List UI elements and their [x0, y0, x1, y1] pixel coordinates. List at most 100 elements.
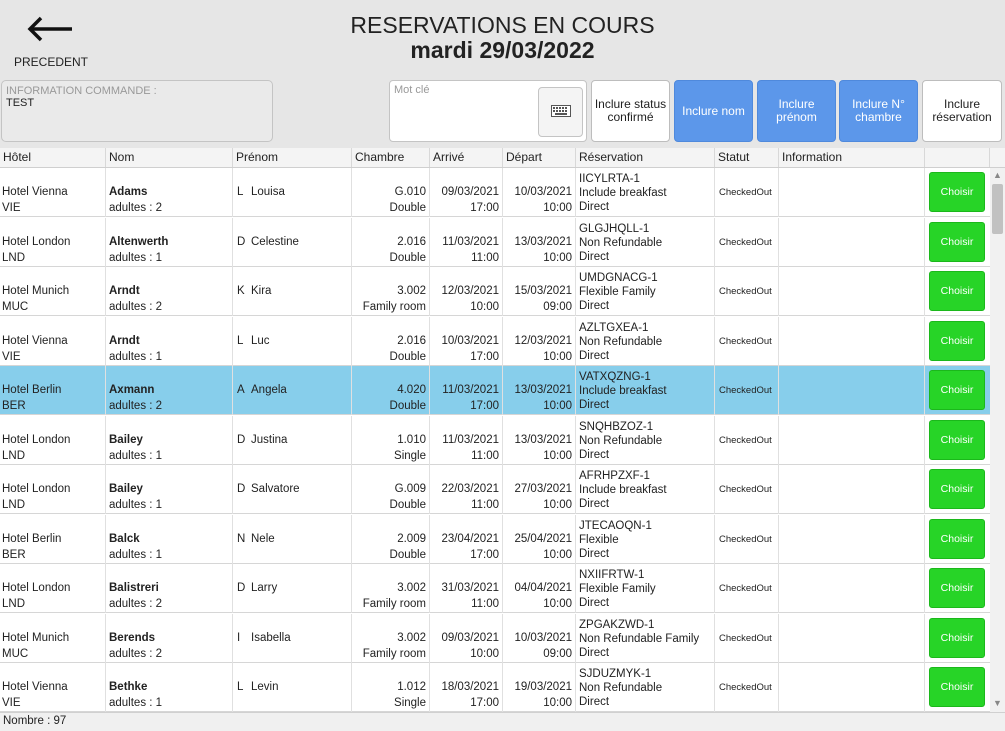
include-reservation-button[interactable]: Inclure réservation [922, 80, 1002, 142]
reservation-rate: Non Refundable Family [579, 632, 700, 645]
room-number: G.010 [394, 186, 426, 198]
arrival-time: 11:00 [471, 251, 499, 264]
guest-initial: D [237, 433, 246, 446]
scroll-thumb[interactable] [992, 184, 1003, 234]
reservation-rate: Non Refundable [579, 236, 663, 249]
reservation-channel: Direct [579, 201, 610, 213]
departure-date: 10/03/2021 [514, 631, 572, 644]
col-name[interactable]: Nom [106, 148, 233, 167]
guest-name: Axmann [109, 384, 155, 396]
guest-name: Bailey [109, 483, 143, 495]
guest-firstname: Louisa [251, 186, 285, 198]
table-row[interactable]: Hotel Vienna VIE Adams adultes : 2 L Louisa… [0, 168, 990, 217]
room-number: 1.012 [397, 681, 426, 693]
room-number: G.009 [394, 483, 426, 495]
include-status-button[interactable]: Inclure status confirmé [591, 80, 670, 142]
scroll-up-icon[interactable]: ▲ [993, 170, 1002, 180]
adults-count: adultes : 1 [109, 697, 163, 709]
room-type: Double [389, 202, 426, 214]
hotel-code: LND [2, 251, 26, 264]
include-firstname-button[interactable]: Inclure prénom [757, 80, 836, 142]
include-name-button[interactable]: Inclure nom [674, 80, 753, 142]
order-info-box[interactable]: INFORMATION COMMANDE : TEST [1, 80, 273, 142]
departure-time: 09:00 [543, 301, 572, 313]
guest-firstname: Celestine [251, 235, 299, 248]
table-row-selected[interactable]: Hotel Berlin BER Axmann adultes : 2 A Angel… [0, 366, 990, 415]
choose-button[interactable]: Choisir [929, 568, 985, 608]
arrival-time: 17:00 [470, 202, 499, 214]
choose-button[interactable]: Choisir [929, 320, 985, 361]
col-departure[interactable]: Départ [503, 148, 576, 167]
reservation-id: GLGJHQLL-1 [579, 222, 650, 235]
status-text: CheckedOut [719, 484, 772, 495]
table-row[interactable]: Hotel Munich MUC Berends adultes : 2 I Isab… [0, 613, 990, 663]
reservations-table: Hotel Vienna VIE Adams adultes : 2 L Louisa… [0, 168, 990, 712]
adults-count: adultes : 1 [109, 548, 163, 561]
departure-date: 10/03/2021 [514, 186, 572, 198]
room-number: 1.010 [397, 433, 426, 446]
choose-button[interactable]: Choisir [929, 271, 985, 311]
departure-date: 13/03/2021 [514, 384, 572, 396]
arrival-date: 11/03/2021 [442, 433, 499, 446]
choose-button[interactable]: Choisir [929, 221, 985, 262]
col-status[interactable]: Statut [715, 148, 779, 167]
reservation-rate: Flexible Family [579, 286, 656, 298]
hotel-name: Hotel Munich [2, 285, 70, 297]
arrival-date: 09/03/2021 [441, 186, 499, 198]
choose-button[interactable]: Choisir [929, 617, 985, 658]
choose-button[interactable]: Choisir [929, 370, 985, 410]
col-room[interactable]: Chambre [352, 148, 430, 167]
keyword-input[interactable]: Mot clé [389, 80, 587, 142]
reservation-rate: Include breakfast [579, 484, 667, 496]
information-cell [779, 168, 925, 217]
departure-date: 12/03/2021 [514, 334, 572, 347]
vertical-scrollbar[interactable]: ▲ ▼ [990, 168, 1005, 712]
col-information[interactable]: Information [779, 148, 925, 167]
guest-initial: I [237, 631, 241, 644]
choose-button[interactable]: Choisir [929, 667, 985, 707]
choose-button[interactable]: Choisir [929, 469, 985, 509]
departure-date: 04/04/2021 [514, 582, 572, 594]
table-row[interactable]: Hotel Munich MUC Arndt adultes : 2 K Kira 3… [0, 267, 990, 316]
hotel-name: Hotel London [2, 483, 71, 495]
choose-button[interactable]: Choisir [929, 518, 985, 559]
departure-time: 10:00 [543, 697, 572, 709]
information-cell [779, 366, 925, 415]
arrival-date: 12/03/2021 [441, 285, 499, 297]
table-row[interactable]: Hotel London LND Balistreri adultes : 2 DL… [0, 564, 990, 613]
hotel-name: Hotel Munich [2, 631, 70, 644]
include-room-button[interactable]: Inclure N° chambre [839, 80, 918, 142]
arrival-date: 10/03/2021 [441, 334, 499, 347]
information-cell [779, 465, 925, 514]
table-row[interactable]: Hotel London LND Bailey adultes : 1 D Justi… [0, 415, 990, 465]
room-number: 3.002 [397, 285, 426, 297]
arrival-time: 17:00 [470, 548, 499, 561]
col-hotel[interactable]: Hôtel [0, 148, 106, 167]
table-row[interactable]: Hotel Vienna VIE Arndt adultes : 1 L Luc 2.… [0, 316, 990, 366]
col-firstname[interactable]: Prénom [233, 148, 352, 167]
choose-button[interactable]: Choisir [929, 419, 985, 460]
departure-time: 10:00 [543, 548, 572, 561]
col-arrival[interactable]: Arrivé [430, 148, 503, 167]
scroll-down-icon[interactable]: ▼ [993, 698, 1002, 708]
reservation-rate: Include breakfast [579, 385, 667, 397]
hotel-name: Hotel London [2, 433, 71, 446]
guest-name: Arndt [109, 334, 140, 347]
departure-date: 13/03/2021 [514, 235, 572, 248]
keyboard-button[interactable] [538, 87, 583, 137]
table-row[interactable]: Hotel Berlin BER Balck adultes : 1 N Nele 2… [0, 514, 990, 564]
table-row[interactable]: Hotel London LND Bailey adultes : 1 D Salva… [0, 465, 990, 514]
page-title: RESERVATIONS EN COURS [350, 12, 655, 38]
room-type: Family room [362, 598, 426, 610]
table-row[interactable]: Hotel London LND Altenwerth adultes : 1 DC… [0, 217, 990, 267]
guest-initial: D [237, 582, 246, 594]
guest-name: Balistreri [109, 582, 159, 594]
choose-button[interactable]: Choisir [929, 172, 985, 212]
table-row[interactable]: Hotel Vienna VIE Bethke adultes : 1 L Levin… [0, 663, 990, 712]
status-text: CheckedOut [719, 583, 772, 594]
guest-firstname: Nele [251, 532, 275, 545]
hotel-code: LND [2, 449, 26, 462]
guest-initial: A [237, 384, 245, 396]
reservation-rate: Non Refundable [579, 335, 663, 348]
col-reservation[interactable]: Réservation [576, 148, 715, 167]
